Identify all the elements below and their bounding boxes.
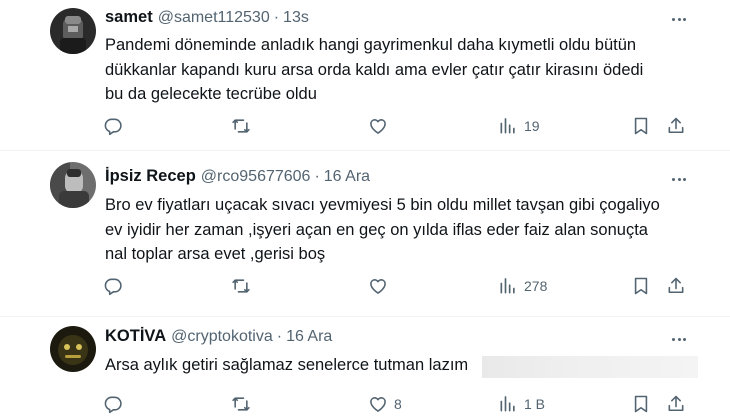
tweet-actions: 278 [103,274,703,298]
repost-button[interactable] [231,274,251,298]
tweet-text-line: ev iyidir her zaman ,işyeri açan en geç … [105,220,648,239]
view-count: 1 B [524,396,546,412]
share-button[interactable] [666,392,686,416]
like-count: 8 [394,396,402,412]
bookmark-button[interactable] [631,392,651,416]
heart-icon [368,116,388,136]
share-button[interactable] [666,114,686,138]
views-button[interactable]: 1 B [498,392,545,416]
views-button[interactable]: 278 [498,274,547,298]
tweet-header: İpsiz Recep @rco95677606 · 16 Ara [105,167,370,186]
tweet-text-line: Pandemi döneminde anladık hangi gayrimen… [105,36,637,54]
reply-button[interactable] [103,392,123,416]
separator-dot: · [273,9,280,26]
repost-button[interactable] [231,114,251,138]
tweet[interactable]: KOTİVA @cryptokotiva · 16 Ara Arsa aylık… [0,316,730,420]
heart-icon [368,394,388,414]
display-name[interactable]: KOTİVA [105,327,166,346]
timeline: samet @samet112530 · 13s Pandemi dönemin… [0,0,730,420]
tweet-text-line: bu da gelecekte tecrübe oldu [105,85,317,103]
tweet[interactable]: İpsiz Recep @rco95677606 · 16 Ara Bro ev… [0,150,730,316]
views-button[interactable]: 19 [498,114,540,138]
share-icon [666,116,686,136]
tweet-text: Bro ev fiyatları uçacak sıvacı yevmiyesi… [105,193,700,267]
avatar[interactable] [50,162,96,208]
share-icon [666,394,686,414]
user-handle[interactable]: @rco95677606 [201,168,311,186]
tweet-header: KOTİVA @cryptokotiva · 16 Ara [105,327,332,346]
avatar[interactable] [50,326,96,372]
more-icon[interactable] [668,170,690,188]
tweet-text-line: nal toplar arsa evet ,gerisi boş [105,245,326,263]
tweet-text: Pandemi döneminde anladık hangi gayrimen… [105,33,700,107]
bookmark-icon [631,394,651,414]
timestamp[interactable]: 13s [283,9,309,27]
user-handle[interactable]: @cryptokotiva [171,328,273,346]
like-button[interactable]: 8 [368,392,402,416]
avatar[interactable] [50,8,96,54]
share-icon [666,276,686,296]
heart-icon [368,276,388,296]
tweet-text-line: dükkanlar kapandı kuru arsa orda kaldı a… [105,60,644,79]
view-count: 278 [524,278,548,294]
reply-button[interactable] [103,274,123,298]
tweet-actions: 8 1 B [103,392,703,416]
display-name[interactable]: İpsiz Recep [105,167,196,186]
separator-dot: · [276,328,283,345]
views-icon [498,276,518,296]
views-icon [498,116,518,136]
reply-icon [103,394,123,414]
user-handle[interactable]: @samet112530 [158,9,270,27]
reply-button[interactable] [103,114,123,138]
tweet-text-line: Bro ev fiyatları uçacak sıvacı yevmiyesi… [105,196,660,214]
redaction-overlay [482,356,698,378]
timestamp[interactable]: 16 Ara [324,168,370,186]
display-name[interactable]: samet [105,8,153,27]
bookmark-button[interactable] [631,114,651,138]
views-icon [498,394,518,414]
more-icon[interactable] [668,330,690,348]
repost-icon [231,116,251,136]
bookmark-icon [631,276,651,296]
tweet-actions: 19 [103,114,703,138]
tweet[interactable]: samet @samet112530 · 13s Pandemi dönemin… [0,0,730,150]
separator-dot: · [314,168,320,185]
like-button[interactable] [368,114,394,138]
repost-icon [231,394,251,414]
repost-icon [231,276,251,296]
like-button[interactable] [368,274,394,298]
bookmark-button[interactable] [631,274,651,298]
bookmark-icon [631,116,651,136]
timestamp[interactable]: 16 Ara [286,328,332,346]
reply-icon [103,116,123,136]
tweet-header: samet @samet112530 · 13s [105,8,309,27]
view-count: 19 [524,118,540,134]
reply-icon [103,276,123,296]
share-button[interactable] [666,274,686,298]
repost-button[interactable] [231,392,251,416]
more-icon[interactable] [668,10,690,28]
